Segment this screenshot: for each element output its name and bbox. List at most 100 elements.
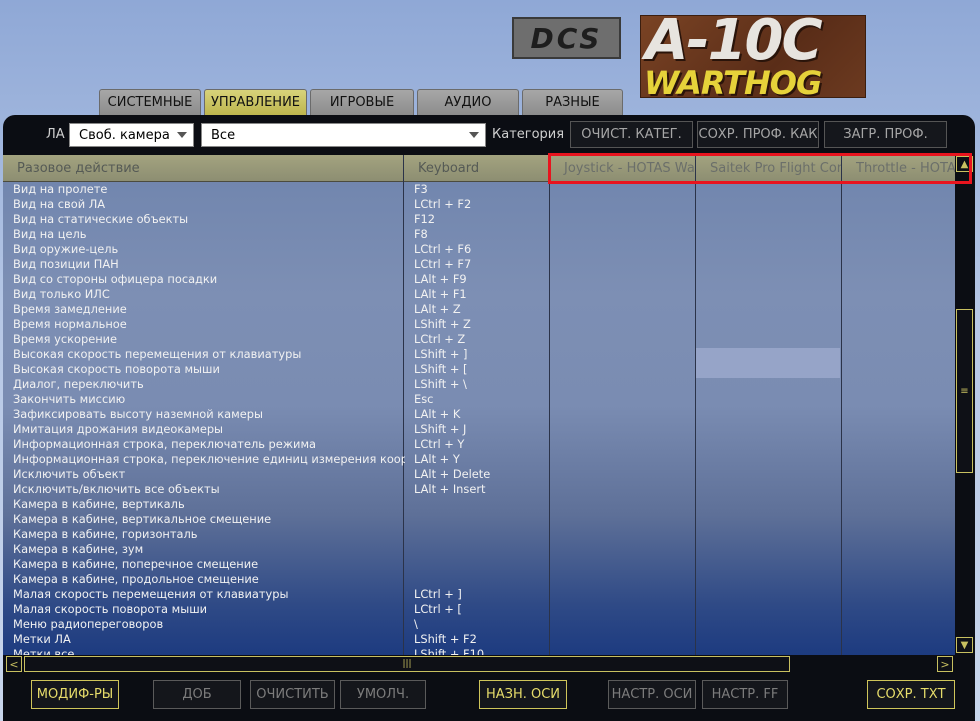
- column-header-keyboard[interactable]: Keyboard: [404, 155, 549, 181]
- assign-axes-button[interactable]: НАЗН. ОСИ: [479, 680, 567, 709]
- keyboard-binding-cell[interactable]: LAlt + F9: [414, 272, 544, 287]
- keyboard-binding-cell[interactable]: LCtrl + [: [414, 602, 544, 617]
- table-row[interactable]: Камера в кабине, вертикальное смещение: [3, 512, 955, 527]
- column-header-rudder-pedals[interactable]: Saitek Pro Flight Combat Rudder Pedals: [696, 155, 841, 181]
- table-header: Разовое действие Keyboard Joystick - HOT…: [3, 155, 955, 182]
- table-row[interactable]: Высокая скорость перемещения от клавиату…: [3, 347, 955, 362]
- table-row[interactable]: Имитация дрожания видеокамеры LShift + J: [3, 422, 955, 437]
- action-cell: Вид позиции ПАН: [13, 257, 119, 271]
- horizontal-scroll-thumb[interactable]: |||: [24, 656, 790, 672]
- table-row[interactable]: Время нормальное LShift + Z: [3, 317, 955, 332]
- table-row[interactable]: Вид на цель F8: [3, 227, 955, 242]
- table-row[interactable]: Закончить миссию Esc: [3, 392, 955, 407]
- a10c-warthog-logo: A-10C WARTHOG: [640, 15, 866, 98]
- tab-gameplay[interactable]: ИГРОВЫЕ: [310, 89, 414, 115]
- tune-axes-button[interactable]: НАСТР. ОСИ: [608, 680, 696, 709]
- keyboard-binding-cell[interactable]: LShift + \: [414, 377, 544, 392]
- aircraft-label: ЛА: [46, 127, 65, 142]
- tune-ff-button[interactable]: НАСТР. FF: [702, 680, 788, 709]
- scroll-down-icon[interactable]: ▼: [956, 637, 973, 653]
- keyboard-binding-cell[interactable]: F3: [414, 182, 544, 197]
- keyboard-binding-cell[interactable]: LCtrl + Y: [414, 437, 544, 452]
- table-row[interactable]: Камера в кабине, вертикаль: [3, 497, 955, 512]
- table-row[interactable]: Вид на пролете F3: [3, 182, 955, 197]
- keyboard-binding-cell[interactable]: LCtrl + F7: [414, 257, 544, 272]
- tab-system[interactable]: СИСТЕМНЫЕ: [99, 89, 201, 115]
- table-row[interactable]: Камера в кабине, горизонталь: [3, 527, 955, 542]
- table-row[interactable]: Информационная строка, переключатель реж…: [3, 437, 955, 452]
- table-row[interactable]: Время ускорение LCtrl + Z: [3, 332, 955, 347]
- action-cell: Информационная строка, переключение един…: [13, 452, 405, 466]
- keyboard-binding-cell[interactable]: LShift + [: [414, 362, 544, 377]
- horizontal-scrollbar[interactable]: < ||| >: [6, 655, 956, 673]
- default-button[interactable]: УМОЛЧ.: [340, 680, 426, 709]
- table-row[interactable]: Меню радиопереговоров \: [3, 617, 955, 632]
- aircraft-select[interactable]: Своб. камера: [69, 123, 194, 147]
- keyboard-binding-cell[interactable]: LShift + J: [414, 422, 544, 437]
- action-cell: Высокая скорость поворота мыши: [13, 362, 220, 376]
- scroll-left-icon[interactable]: <: [6, 656, 22, 672]
- table-row[interactable]: Камера в кабине, поперечное смещение: [3, 557, 955, 572]
- keyboard-binding-cell[interactable]: LCtrl + F6: [414, 242, 544, 257]
- filter-bar: ЛА Своб. камера Все Категория ОЧИСТ. КАТ…: [3, 115, 975, 153]
- keyboard-binding-cell[interactable]: LCtrl + Z: [414, 332, 544, 347]
- table-row[interactable]: Камера в кабине, зум: [3, 542, 955, 557]
- tab-misc[interactable]: РАЗНЫЕ: [522, 89, 623, 115]
- keyboard-binding-cell[interactable]: LAlt + Delete: [414, 467, 544, 482]
- table-row[interactable]: Вид позиции ПАН LCtrl + F7: [3, 257, 955, 272]
- keyboard-binding-cell[interactable]: LCtrl + ]: [414, 587, 544, 602]
- table-row[interactable]: Вид на свой ЛА LCtrl + F2: [3, 197, 955, 212]
- keyboard-binding-cell[interactable]: F12: [414, 212, 544, 227]
- tab-controls[interactable]: УПРАВЛЕНИЕ: [204, 89, 307, 115]
- table-row[interactable]: Камера в кабине, продольное смещение: [3, 572, 955, 587]
- load-profile-button[interactable]: ЗАГР. ПРОФ.: [824, 121, 947, 148]
- column-header-joystick[interactable]: Joystick - HOTAS Warthog: [550, 155, 695, 181]
- table-row[interactable]: Малая скорость поворота мыши LCtrl + [: [3, 602, 955, 617]
- column-header-throttle[interactable]: Throttle - HOTAS Warthog: [842, 155, 955, 181]
- keyboard-binding-cell[interactable]: F8: [414, 227, 544, 242]
- clear-category-button[interactable]: ОЧИСТ. КАТЕГ.: [570, 121, 693, 148]
- table-row[interactable]: Информационная строка, переключение един…: [3, 452, 955, 467]
- scroll-right-icon[interactable]: >: [937, 656, 953, 672]
- table-row[interactable]: Вид со стороны офицера посадки LAlt + F9: [3, 272, 955, 287]
- table-row[interactable]: Диалог, переключить LShift + \: [3, 377, 955, 392]
- keyboard-binding-cell[interactable]: Esc: [414, 392, 544, 407]
- action-cell: Камера в кабине, продольное смещение: [13, 572, 259, 586]
- keyboard-binding-cell[interactable]: LShift + F2: [414, 632, 544, 647]
- table-row[interactable]: Метки ЛА LShift + F2: [3, 632, 955, 647]
- table-row[interactable]: Вид на статические объекты F12: [3, 212, 955, 227]
- keyboard-binding-cell[interactable]: LAlt + Insert: [414, 482, 544, 497]
- table-row[interactable]: Вид оружие-цель LCtrl + F6: [3, 242, 955, 257]
- keyboard-binding-cell[interactable]: LShift + F10: [414, 647, 544, 655]
- keyboard-binding-cell[interactable]: LShift + Z: [414, 317, 544, 332]
- keyboard-binding-cell[interactable]: LAlt + F1: [414, 287, 544, 302]
- scroll-up-icon[interactable]: ▲: [956, 156, 973, 172]
- table-row[interactable]: Исключить/включить все объекты LAlt + Ins…: [3, 482, 955, 497]
- keyboard-binding-cell[interactable]: \: [414, 617, 544, 632]
- category-filter-select[interactable]: Все: [201, 123, 486, 147]
- save-txt-button[interactable]: СОХР. ТХТ: [867, 680, 955, 709]
- modifiers-button[interactable]: МОДИФ-РЫ: [31, 680, 119, 709]
- vertical-scroll-thumb[interactable]: ≡: [956, 309, 973, 473]
- table-row[interactable]: Вид только ИЛС LAlt + F1: [3, 287, 955, 302]
- tab-audio[interactable]: АУДИО: [417, 89, 519, 115]
- keyboard-binding-cell[interactable]: LAlt + Y: [414, 452, 544, 467]
- keyboard-binding-cell[interactable]: LCtrl + F2: [414, 197, 544, 212]
- table-row[interactable]: Исключить объект LAlt + Delete: [3, 467, 955, 482]
- keyboard-binding-cell[interactable]: LShift + ]: [414, 347, 544, 362]
- table-row[interactable]: Метки все LShift + F10: [3, 647, 955, 655]
- keyboard-binding-cell[interactable]: LAlt + Z: [414, 302, 544, 317]
- clear-button[interactable]: ОЧИСТИТЬ: [250, 680, 335, 709]
- vertical-scrollbar[interactable]: ▲ ≡ ▼: [955, 155, 975, 655]
- action-cell: Вид на пролете: [13, 182, 108, 196]
- column-header-action[interactable]: Разовое действие: [3, 155, 403, 181]
- action-cell: Метки все: [13, 647, 75, 655]
- keyboard-binding-cell[interactable]: LAlt + K: [414, 407, 544, 422]
- table-row[interactable]: Высокая скорость поворота мыши LShift + [: [3, 362, 955, 377]
- action-cell: Исключить/включить все объекты: [13, 482, 220, 496]
- add-button[interactable]: ДОБ: [153, 680, 241, 709]
- table-row[interactable]: Малая скорость перемещения от клавиатуры…: [3, 587, 955, 602]
- table-row[interactable]: Время замедление LAlt + Z: [3, 302, 955, 317]
- table-row[interactable]: Зафиксировать высоту наземной камеры LAlt…: [3, 407, 955, 422]
- save-profile-as-button[interactable]: СОХР. ПРОФ. КАК: [697, 121, 819, 148]
